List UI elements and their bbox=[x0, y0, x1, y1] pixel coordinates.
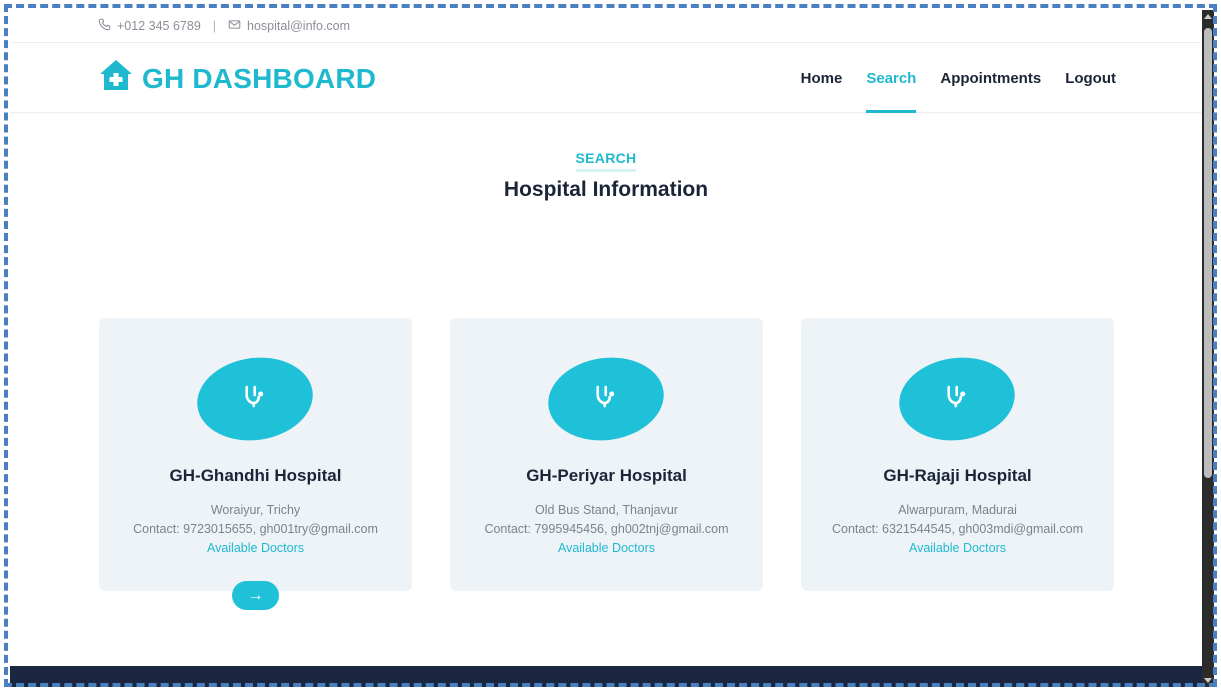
nav-item-appointments[interactable]: Appointments bbox=[940, 43, 1041, 113]
vertical-scrollbar[interactable] bbox=[1202, 10, 1214, 687]
scrollbar-thumb[interactable] bbox=[1204, 28, 1212, 478]
scroll-down-arrow-icon[interactable] bbox=[1204, 678, 1212, 683]
hospital-name: GH-Rajaji Hospital bbox=[883, 466, 1032, 485]
brand-name: GH DASHBOARD bbox=[142, 62, 377, 94]
hospital-contact: Contact: 6321544545, gh003mdi@gmail.com bbox=[831, 522, 1084, 536]
nav-item-search[interactable]: Search bbox=[866, 43, 917, 113]
email-address: hospital@info.com bbox=[247, 19, 351, 33]
hospital-address: Old Bus Stand, Thanjavur bbox=[535, 503, 678, 517]
house-medical-icon bbox=[98, 58, 134, 99]
phone-icon bbox=[98, 18, 111, 34]
top-info-bar: +012 345 6789 | hospital@info.com bbox=[10, 10, 1202, 43]
hospital-card: GH-Rajaji Hospital Alwarpuram, Madurai C… bbox=[801, 318, 1114, 591]
card-icon-blob bbox=[542, 350, 670, 448]
browser-viewport: +012 345 6789 | hospital@info.com GH DAS… bbox=[10, 10, 1202, 687]
email-info: hospital@info.com bbox=[228, 18, 350, 34]
hospital-name: GH-Periyar Hospital bbox=[526, 466, 687, 485]
hospital-contact: Contact: 9723015655, gh001try@gmail.com bbox=[133, 522, 378, 536]
available-doctors-link[interactable]: Available Doctors bbox=[801, 541, 1114, 555]
phone-info: +012 345 6789 bbox=[98, 18, 201, 34]
scroll-up-arrow-icon[interactable] bbox=[1204, 14, 1212, 19]
stethoscope-icon bbox=[941, 381, 973, 418]
section-eyebrow-label: SEARCH bbox=[575, 150, 637, 172]
envelope-icon bbox=[228, 18, 241, 34]
arrow-right-icon: → bbox=[247, 586, 264, 604]
nav-menu: Home Search Appointments Logout bbox=[801, 43, 1116, 113]
phone-number: +012 345 6789 bbox=[117, 19, 201, 33]
card-icon-blob bbox=[893, 350, 1021, 448]
available-doctors-link[interactable]: Available Doctors bbox=[450, 541, 763, 555]
nav-item-home[interactable]: Home bbox=[801, 43, 843, 113]
section-eyebrow: SEARCH bbox=[10, 150, 1202, 172]
page-footer bbox=[10, 666, 1202, 687]
hospital-card: GH-Periyar Hospital Old Bus Stand, Thanj… bbox=[450, 318, 763, 591]
brand-logo[interactable]: GH DASHBOARD bbox=[98, 58, 376, 99]
section-title: Hospital Information bbox=[503, 178, 709, 201]
stethoscope-icon bbox=[239, 381, 271, 418]
card-icon-blob bbox=[191, 350, 319, 448]
topbar-separator: | bbox=[212, 19, 217, 33]
available-doctors-link[interactable]: Available Doctors bbox=[99, 541, 412, 555]
hospital-name: GH-Ghandhi Hospital bbox=[169, 466, 342, 485]
main-navbar: GH DASHBOARD Home Search Appointments Lo… bbox=[10, 43, 1202, 113]
hospital-card: GH-Ghandhi Hospital Woraiyur, Trichy Con… bbox=[99, 318, 412, 591]
hospital-address: Woraiyur, Trichy bbox=[210, 503, 301, 517]
nav-item-logout[interactable]: Logout bbox=[1065, 43, 1116, 113]
hospital-address: Alwarpuram, Madurai bbox=[898, 503, 1017, 517]
hospital-contact: Contact: 7995945456, gh002tnj@gmail.com bbox=[484, 522, 729, 536]
arrow-right-button[interactable]: → bbox=[232, 581, 279, 610]
stethoscope-icon bbox=[590, 381, 622, 418]
